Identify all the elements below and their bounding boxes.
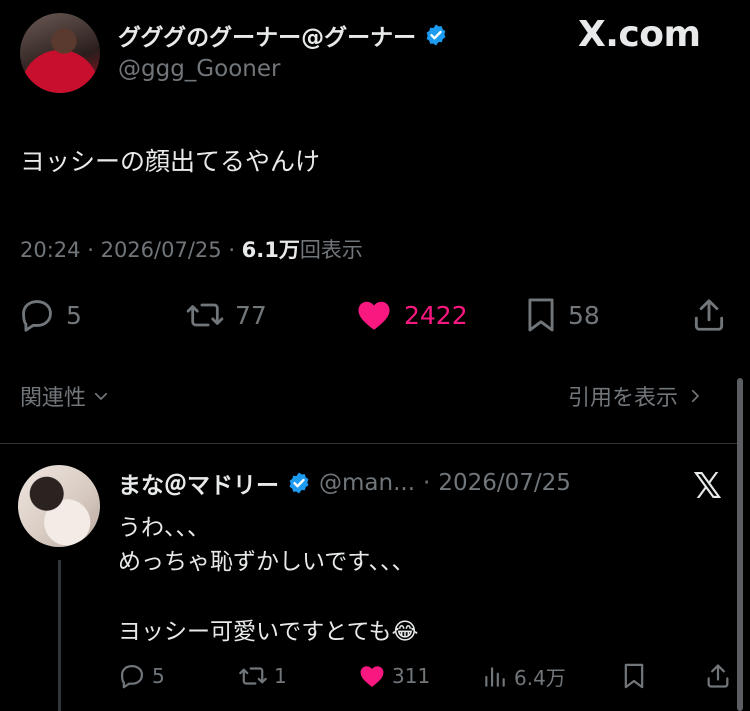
repost-count: 77 [235, 300, 267, 330]
reply-icon [120, 664, 144, 689]
quotes-label: 引用を表示 [568, 386, 679, 411]
reply-author-avatar[interactable] [18, 465, 100, 547]
repost-icon [186, 303, 224, 327]
reply-views-button[interactable]: 6.4万 [482, 662, 566, 691]
x-logo-icon: 𝕏 [693, 466, 723, 507]
reply-text-line: ヨッシー可愛いですとても😂 [118, 619, 419, 645]
reply-text-line: めっちゃ恥ずかしいです、、、 [118, 549, 415, 575]
reply-icon [22, 300, 52, 332]
verified-badge-icon [426, 24, 446, 46]
reply-repost-button[interactable]: 1 [238, 662, 287, 690]
tweet-meta: 20:24 · 2026/07/25 · 6.1万回表示 [20, 234, 363, 264]
reply-handle[interactable]: @man... [319, 470, 415, 496]
author-avatar[interactable] [20, 13, 100, 93]
like-count: 2422 [404, 300, 468, 330]
bookmark-button[interactable]: 58 [524, 296, 600, 334]
meta-separator: · [228, 238, 242, 262]
reply-share-button[interactable] [704, 662, 732, 690]
reply-count: 5 [152, 664, 165, 688]
reply-header: まな＠マドリー @man... · 2026/07/25 [118, 466, 571, 500]
thread-line [58, 560, 61, 711]
reply-button[interactable]: 5 [18, 296, 82, 334]
scrollbar[interactable] [737, 378, 743, 711]
site-label: X.com [578, 14, 701, 55]
share-icon [707, 664, 729, 688]
tweet-date[interactable]: 2026/07/25 [101, 238, 222, 262]
section-divider [0, 443, 740, 444]
view-quotes-link[interactable]: 引用を表示 [568, 380, 704, 412]
reply-display-name[interactable]: まな＠マドリー [118, 466, 279, 500]
chevron-down-icon [94, 392, 108, 400]
repost-button[interactable]: 77 [185, 296, 267, 334]
bookmark-count: 58 [568, 300, 600, 330]
like-button[interactable]: 2422 [354, 296, 468, 334]
reply-bookmark-button[interactable] [622, 662, 646, 690]
chevron-right-icon [691, 389, 699, 403]
heart-icon [360, 666, 384, 687]
share-icon [694, 299, 724, 331]
views-count: 6.4万 [514, 666, 566, 690]
repost-icon [239, 667, 267, 685]
like-count: 311 [392, 664, 431, 688]
tweet-text: ヨッシーの顔出てるやんけ [20, 147, 321, 176]
views-icon [485, 666, 505, 687]
reply-date[interactable]: 2026/07/25 [438, 470, 571, 496]
reply-reply-button[interactable]: 5 [118, 662, 165, 690]
author-display-name[interactable]: グググのグーナー@グーナー [118, 18, 416, 52]
author-handle[interactable]: @ggg_Gooner [118, 56, 280, 82]
reply-like-button[interactable]: 311 [358, 662, 430, 690]
share-button[interactable] [690, 296, 728, 334]
author-header[interactable]: グググのグーナー@グーナー [118, 18, 448, 52]
tweet-time[interactable]: 20:24 [20, 238, 81, 262]
heart-icon [358, 301, 390, 330]
bookmark-icon [624, 663, 644, 689]
sort-relevance-dropdown[interactable]: 関連性 [20, 380, 110, 412]
reply-count: 5 [66, 300, 82, 330]
repost-count: 1 [274, 664, 287, 688]
views-count: 6.1万 [241, 238, 300, 262]
views-label: 回表示 [299, 238, 363, 262]
verified-badge-icon [289, 472, 309, 494]
bookmark-icon [528, 298, 554, 332]
meta-separator: · [423, 470, 431, 496]
reply-text-line: うわ、、、 [118, 515, 210, 541]
meta-separator: · [87, 238, 101, 262]
sort-label: 関連性 [20, 386, 87, 411]
